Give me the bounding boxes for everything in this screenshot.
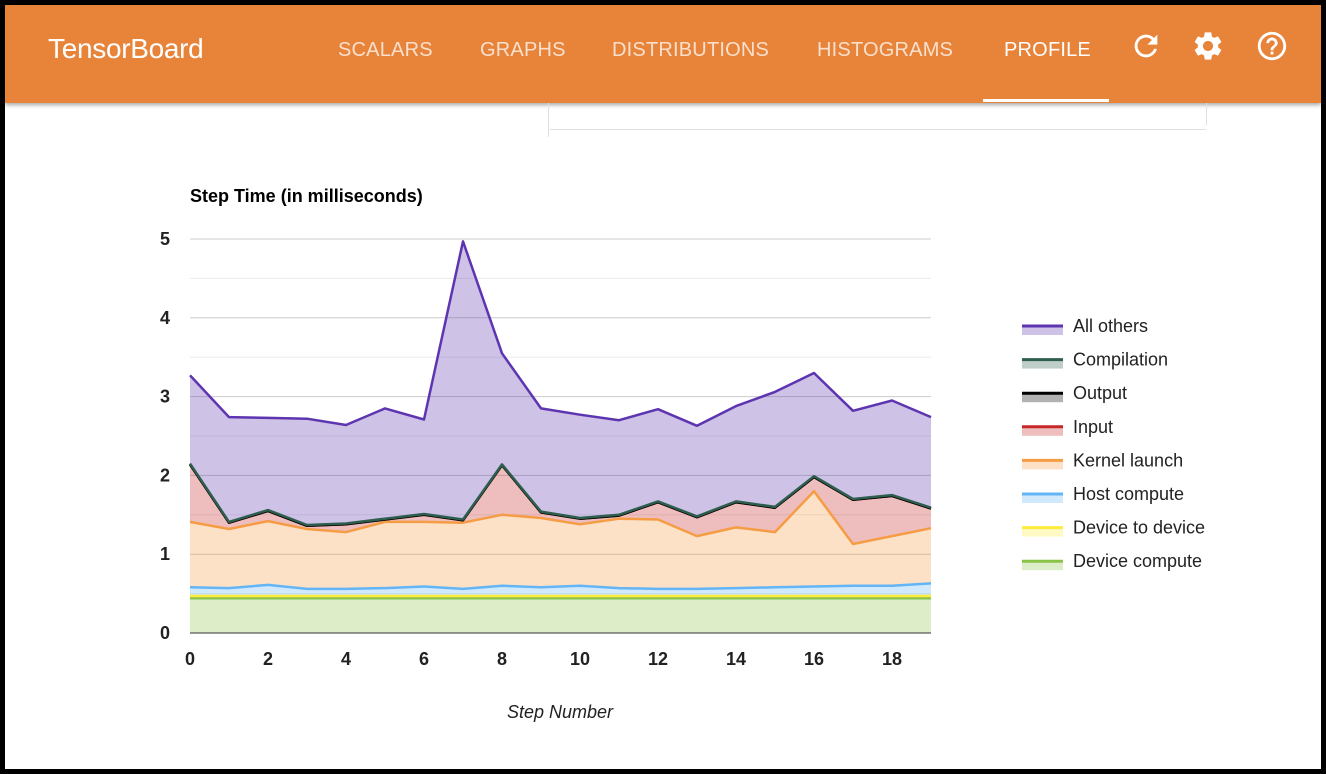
legend-item[interactable]: All others: [1022, 316, 1148, 336]
legend-label: Input: [1073, 417, 1113, 437]
area-layer: [190, 241, 931, 633]
y-tick-label: 5: [160, 229, 170, 249]
legend-label: Compilation: [1073, 350, 1168, 370]
y-tick-label: 0: [160, 623, 170, 643]
x-tick-label: 12: [648, 649, 668, 669]
legend: All others Compilation Output Input Kernel l…: [1022, 316, 1205, 571]
x-tick-label: 14: [726, 649, 746, 669]
legend-label: Host compute: [1073, 484, 1184, 504]
legend-item[interactable]: Device to device: [1022, 518, 1205, 538]
legend-label: Output: [1073, 383, 1127, 403]
y-tick-label: 2: [160, 465, 170, 485]
legend-label: All others: [1073, 316, 1148, 336]
y-tick-label: 1: [160, 544, 170, 564]
legend-item[interactable]: Compilation: [1022, 350, 1168, 370]
x-tick-label: 18: [882, 649, 902, 669]
x-tick-label: 10: [570, 649, 590, 669]
chart-title: Step Time (in milliseconds): [190, 186, 423, 206]
x-tick-label: 4: [341, 649, 351, 669]
legend-label: Kernel launch: [1073, 450, 1183, 470]
step-time-chart: 0123450 2 4 6 8 10 12 14 16 18 Step Time (in mill…: [160, 186, 1205, 722]
legend-item[interactable]: Host compute: [1022, 484, 1184, 504]
x-tick-label: 2: [263, 649, 273, 669]
x-tick-label: 16: [804, 649, 824, 669]
legend-item[interactable]: Output: [1022, 383, 1127, 403]
y-tick-label: 3: [160, 387, 170, 407]
legend-label: Device compute: [1073, 551, 1202, 571]
y-tick-label: 4: [160, 308, 170, 328]
area-device-compute: [190, 598, 931, 633]
x-axis-label: Step Number: [507, 702, 614, 722]
x-tick-label: 0: [185, 649, 195, 669]
x-tick-label: 8: [497, 649, 507, 669]
legend-item[interactable]: Device compute: [1022, 551, 1202, 571]
x-tick-label: 6: [419, 649, 429, 669]
legend-item[interactable]: Input: [1022, 417, 1113, 437]
legend-item[interactable]: Kernel launch: [1022, 450, 1183, 470]
legend-label: Device to device: [1073, 518, 1205, 538]
